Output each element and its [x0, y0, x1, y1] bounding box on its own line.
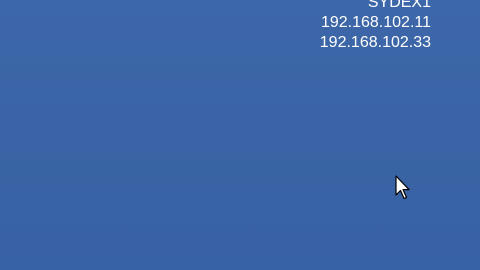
arrow-cursor-icon	[395, 175, 410, 200]
system-info-overlay: SYDEX1 192.168.102.11 192.168.102.33	[320, 0, 431, 53]
ip-address-1: 192.168.102.11	[320, 14, 431, 31]
hostname-label: SYDEX1	[367, 0, 431, 11]
desktop-background[interactable]: SYDEX1 192.168.102.11 192.168.102.33	[0, 0, 480, 270]
ip-address-2: 192.168.102.33	[319, 34, 431, 51]
